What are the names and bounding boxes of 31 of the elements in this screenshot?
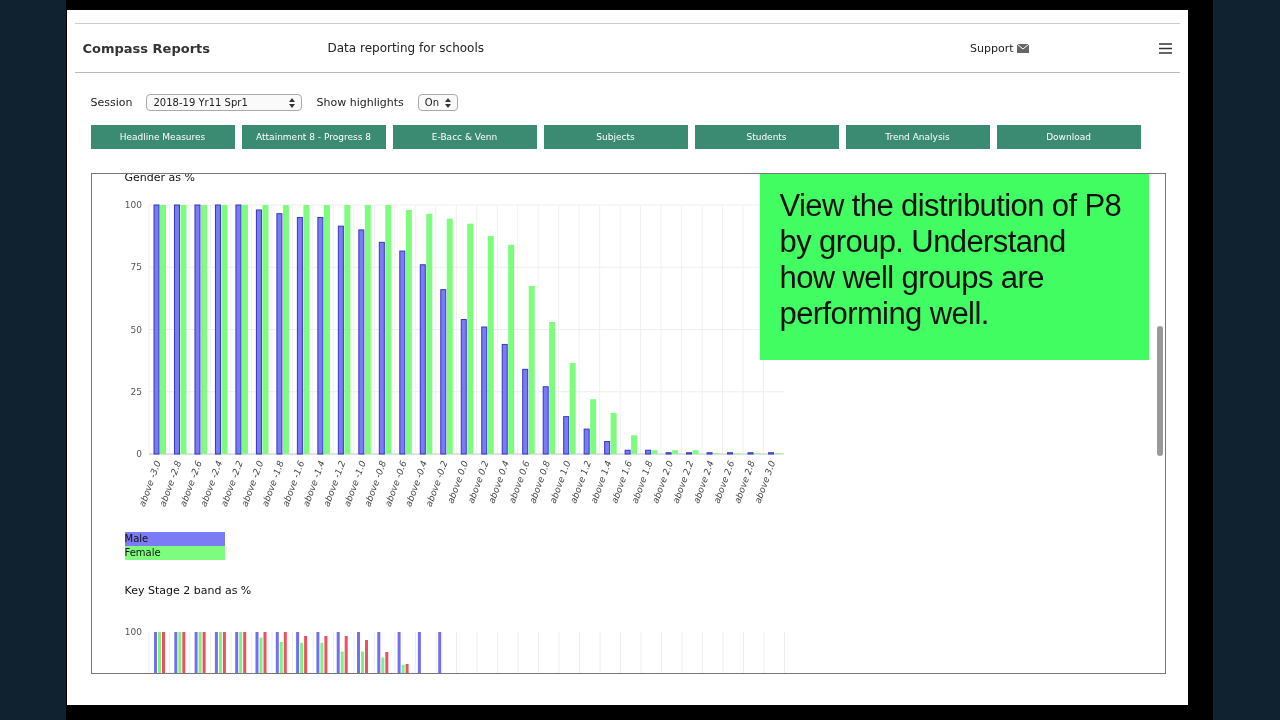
session-label: Session [90, 96, 133, 109]
nav-button[interactable]: Attainment 8 - Progress 8 [241, 125, 386, 149]
chart-title: Key Stage 2 band as % [124, 584, 252, 597]
axis-tick-label: 100 [124, 627, 142, 637]
highlights-label: Show highlights [316, 96, 404, 109]
axis-tick-label: 0 [135, 449, 142, 459]
callout-note: View the distribution of P8 by group. Understand how well groups are performing well. [759, 174, 1149, 360]
nav-button[interactable]: Download [996, 125, 1141, 149]
highlights-select[interactable]: On [417, 94, 458, 111]
menu-icon[interactable] [1158, 42, 1172, 54]
axis-tick-label: 75 [130, 262, 142, 273]
axis-tick-label: 100 [124, 200, 142, 210]
nav-button[interactable]: E-Bacc & Venn [392, 125, 537, 149]
updown-icon [289, 97, 296, 108]
bar [437, 632, 441, 673]
nav-button[interactable]: Headline Measures [90, 125, 235, 149]
bar [417, 632, 421, 673]
legend-item: Male [124, 532, 225, 546]
session-select[interactable]: 2018-19 Yr11 Spr1 [146, 94, 303, 111]
nav-button[interactable]: Trend Analysis [845, 125, 990, 149]
legend-item: Female [124, 546, 225, 560]
axis-tick-label: 50 [130, 324, 142, 335]
tagline: Data reporting for schools [327, 41, 486, 55]
updown-icon [445, 97, 451, 108]
support-link[interactable]: Support [970, 41, 1029, 55]
brand-name: Compass Reports [82, 40, 212, 56]
axis-tick-label: 25 [130, 386, 142, 397]
nav-button[interactable]: Subjects [543, 125, 688, 149]
envelope-icon [1016, 43, 1029, 53]
scrollbar-thumb[interactable] [1156, 326, 1163, 456]
nav-button[interactable]: Students [694, 125, 839, 149]
